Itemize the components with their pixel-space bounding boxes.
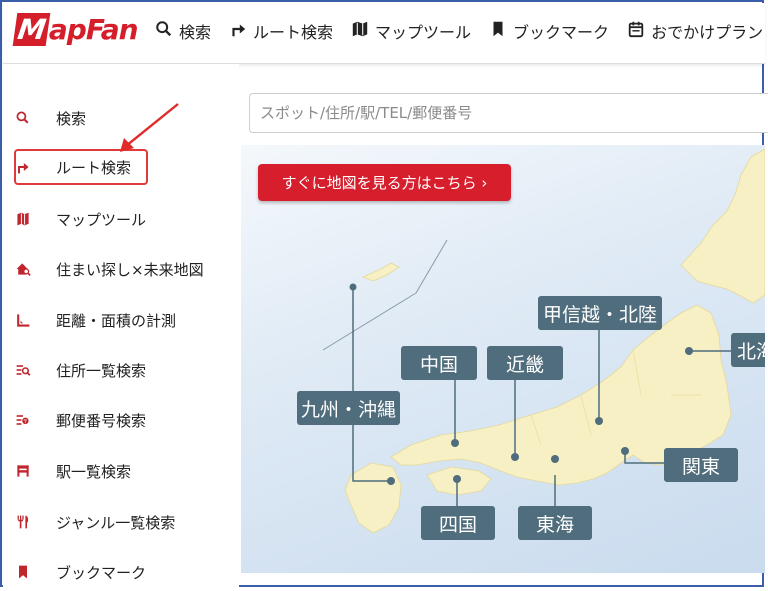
nav-outing-plan[interactable]: おでかけプラン [627, 19, 763, 43]
calendar-icon [627, 20, 645, 42]
region-koshinetsu-hokuriku[interactable]: 甲信越・北陸 [538, 296, 662, 330]
region-label: 東海 [535, 513, 574, 536]
train-icon [14, 462, 32, 480]
region-chugoku[interactable]: 中国 [401, 346, 477, 380]
region-label: 近畿 [505, 353, 544, 376]
region-label: 中国 [419, 353, 458, 376]
nav-route-search[interactable]: ルート検索 [229, 19, 333, 43]
nav-label: おでかけプラン [651, 23, 764, 42]
sidebar-item-label: 距離・面積の計測 [56, 311, 177, 330]
nav-search[interactable]: 検索 [155, 19, 211, 43]
region-kyushu-okinawa[interactable]: 九州・沖縄 [297, 391, 400, 425]
search-input[interactable] [249, 93, 768, 133]
region-label: 北海 [737, 340, 765, 363]
map-icon [351, 20, 369, 42]
region-label: 甲信越・北陸 [542, 303, 657, 326]
sidebar-item-search[interactable]: 検索 [14, 100, 86, 136]
svg-text:〒: 〒 [23, 419, 28, 425]
region-hokkaido[interactable]: 北海 [731, 333, 765, 367]
nav-bookmark[interactable]: ブックマーク [489, 19, 609, 43]
list-search-icon [14, 361, 32, 379]
region-label: 四国 [438, 513, 477, 536]
postal-search-icon: 〒 [14, 411, 32, 429]
search-icon [155, 20, 173, 42]
sidebar-item-label: ブックマーク [56, 563, 147, 582]
region-tokai[interactable]: 東海 [518, 506, 592, 540]
region-shikoku[interactable]: 四国 [421, 506, 495, 540]
bookmark-icon [14, 563, 32, 581]
nav-label: 検索 [179, 23, 212, 42]
sidebar-item-address-list[interactable]: 住所一覧検索 [14, 352, 146, 388]
bookmark-icon [489, 20, 507, 42]
nav-map-tool[interactable]: マップツール [351, 19, 471, 43]
fork-knife-icon [14, 513, 32, 531]
region-label: 関東 [681, 455, 720, 478]
nav-label: ブックマーク [513, 23, 610, 42]
view-map-now-button[interactable]: すぐに地図を見る方はこちら › [258, 164, 511, 201]
sidebar-item-label: 郵便番号検索 [56, 411, 147, 430]
sidebar-item-label: 住所一覧検索 [56, 361, 147, 380]
sidebar-item-label: マップツール [56, 210, 147, 229]
sidebar-item-genre-list[interactable]: ジャンル一覧検索 [14, 504, 175, 540]
sidebar-item-label: ジャンル一覧検索 [56, 513, 176, 532]
top-nav: 検索 ルート検索 マップツール ブックマーク おでかけプラン [155, 19, 763, 43]
sidebar-item-map-tool[interactable]: マップツール [14, 201, 146, 237]
sidebar-item-station-list[interactable]: 駅一覧検索 [14, 453, 131, 489]
sidebar-item-postal-search[interactable]: 〒 郵便番号検索 [14, 402, 146, 438]
mapfan-logo[interactable]: MapFan [12, 13, 139, 46]
sidebar-item-label: 住まい探し×未来地図 [56, 260, 204, 279]
map-icon [14, 210, 32, 228]
sidebar-item-measure[interactable]: 距離・面積の計測 [14, 302, 176, 338]
sidebar-item-label: 駅一覧検索 [56, 462, 132, 481]
search-icon [14, 109, 32, 127]
annotation-arrow [120, 103, 179, 152]
top-header: MapFan 検索 ルート検索 マップツール ブックマーク おでかけプラン [3, 3, 765, 64]
region-kinki[interactable]: 近畿 [487, 346, 563, 380]
region-kanto[interactable]: 関東 [664, 448, 738, 482]
view-map-now-label: すぐに地図を見る方はこちら › [281, 174, 488, 192]
route-arrow-icon [229, 20, 247, 42]
sidebar-item-label: 検索 [56, 109, 87, 128]
sidebar-item-bookmark[interactable]: ブックマーク [14, 554, 146, 590]
house-search-icon [14, 260, 32, 278]
region-label: 九州・沖縄 [300, 398, 396, 421]
nav-label: マップツール [375, 23, 472, 42]
sidebar-item-house-search[interactable]: 住まい探し×未来地図 [14, 251, 204, 287]
ruler-triangle-icon [14, 311, 32, 329]
nav-label: ルート検索 [253, 23, 334, 42]
